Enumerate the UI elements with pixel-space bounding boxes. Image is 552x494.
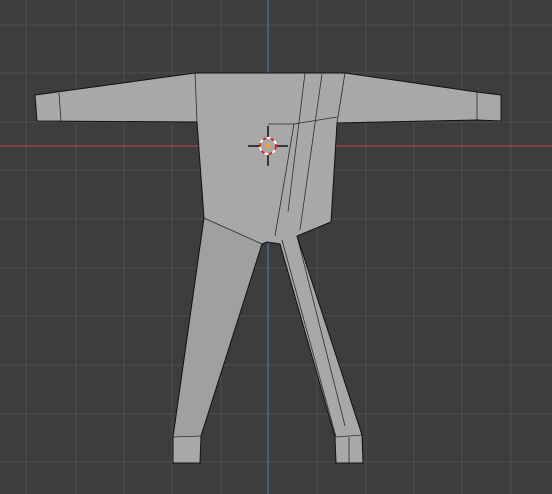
viewport-canvas[interactable] (0, 0, 552, 494)
3d-viewport[interactable] (0, 0, 552, 494)
mesh-shade-left-leg (173, 218, 262, 437)
